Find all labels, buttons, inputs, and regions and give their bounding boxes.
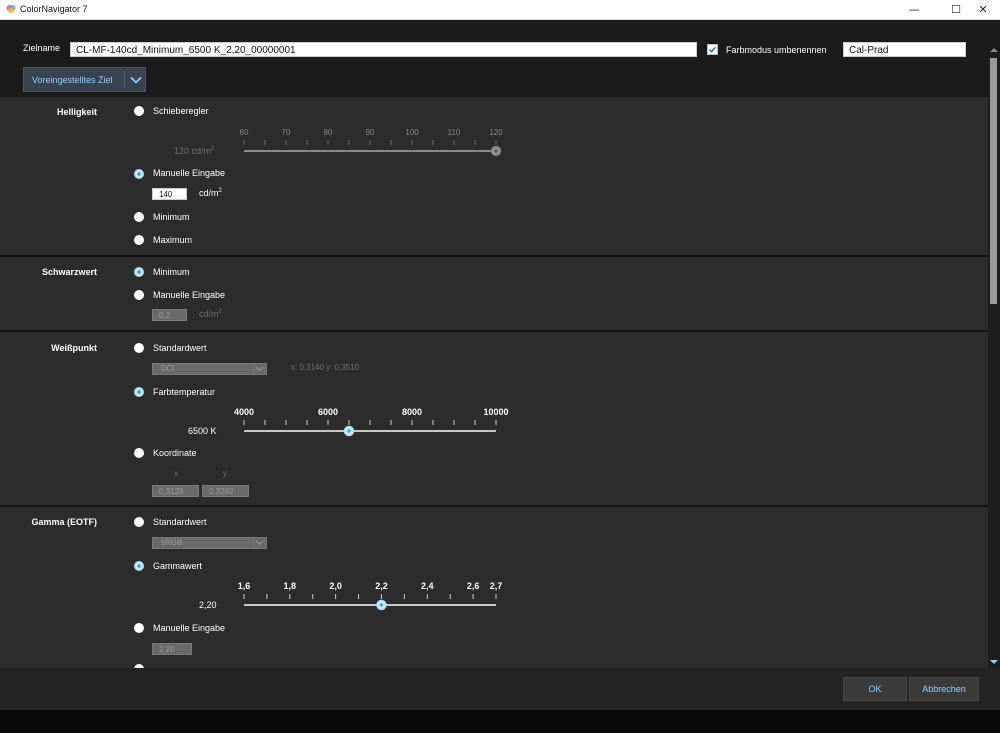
preset-target-button[interactable]: Voreingestelltes Ziel bbox=[23, 67, 146, 92]
target-name-input[interactable]: CL-MF-140cd_Minimum_6500 K_2,20_00000001 bbox=[70, 42, 697, 57]
brightness-slider-tick-label: 110 bbox=[448, 128, 461, 137]
brightness-slider-tick-label: 70 bbox=[282, 128, 291, 137]
brightness-slider-tick-label: 100 bbox=[405, 128, 419, 137]
gamma-slider-tick-label: 2,4 bbox=[421, 581, 434, 591]
settings-panel: Helligkeit Schieberegler 120 cd/m2 Manue… bbox=[0, 97, 988, 668]
rename-label: Farbmodus umbenennen bbox=[726, 45, 827, 55]
dialog-footer: OK Abbrechen bbox=[0, 668, 1000, 710]
minimize-button[interactable]: — bbox=[897, 0, 931, 19]
close-button[interactable]: ✕ bbox=[966, 0, 1000, 19]
gamma-slider-tick-label: 1,6 bbox=[238, 581, 251, 591]
brightness-slider-handle-dot bbox=[494, 149, 498, 153]
rename-checkbox[interactable] bbox=[707, 44, 718, 55]
chevron-down-icon[interactable] bbox=[130, 74, 142, 86]
window-title: ColorNavigator 7 bbox=[20, 4, 88, 14]
header-panel: Zielname CL-MF-140cd_Minimum_6500 K_2,20… bbox=[0, 20, 1000, 97]
gamma-slider-tick-label: 2,7 bbox=[490, 581, 503, 591]
gamma-slider-tick-label: 2,6 bbox=[467, 581, 480, 591]
title-bar: ColorNavigator 7 — ☐ ✕ bbox=[0, 0, 1000, 20]
brightness-slider-tick-label: 80 bbox=[324, 128, 333, 137]
color-mode-input[interactable]: Cal-Prad bbox=[843, 42, 966, 57]
gamma-slider-handle-dot bbox=[379, 603, 384, 607]
app-logo-icon bbox=[6, 5, 16, 14]
scroll-up-icon[interactable] bbox=[988, 46, 1000, 54]
bottom-bar bbox=[0, 710, 1000, 733]
gamma-slider-tick-label: 1,8 bbox=[284, 581, 297, 591]
checkmark-icon bbox=[708, 46, 717, 53]
temperature-slider-tick-label: 4000 bbox=[234, 407, 254, 417]
brightness-slider-tick-label: 90 bbox=[366, 128, 375, 137]
temperature-slider-tick-label: 8000 bbox=[402, 407, 422, 417]
brightness-slider-tick-label: 60 bbox=[240, 128, 249, 137]
preset-target-label: Voreingestelltes Ziel bbox=[32, 75, 113, 85]
temperature-slider-tick-label: 6000 bbox=[318, 407, 338, 417]
vertical-scrollbar[interactable] bbox=[988, 48, 1000, 668]
gamma-slider-tick-label: 2,2 bbox=[375, 581, 388, 591]
scroll-down-icon[interactable] bbox=[988, 658, 1000, 666]
cancel-button[interactable]: Abbrechen bbox=[909, 677, 979, 701]
sliders-layer: 60 70 80 90 100 110 120 4000 6000 8000 10000 1,6 1,8… bbox=[234, 128, 509, 611]
brightness-slider-tick-label: 120 bbox=[489, 128, 503, 137]
scrollbar-thumb[interactable] bbox=[990, 58, 997, 304]
temperature-slider-handle-dot bbox=[347, 429, 351, 433]
target-name-label: Zielname bbox=[23, 43, 61, 53]
ok-button[interactable]: OK bbox=[843, 677, 907, 701]
gamma-slider-tick-label: 2,0 bbox=[329, 581, 342, 591]
temperature-slider-tick-label: 10000 bbox=[483, 407, 508, 417]
